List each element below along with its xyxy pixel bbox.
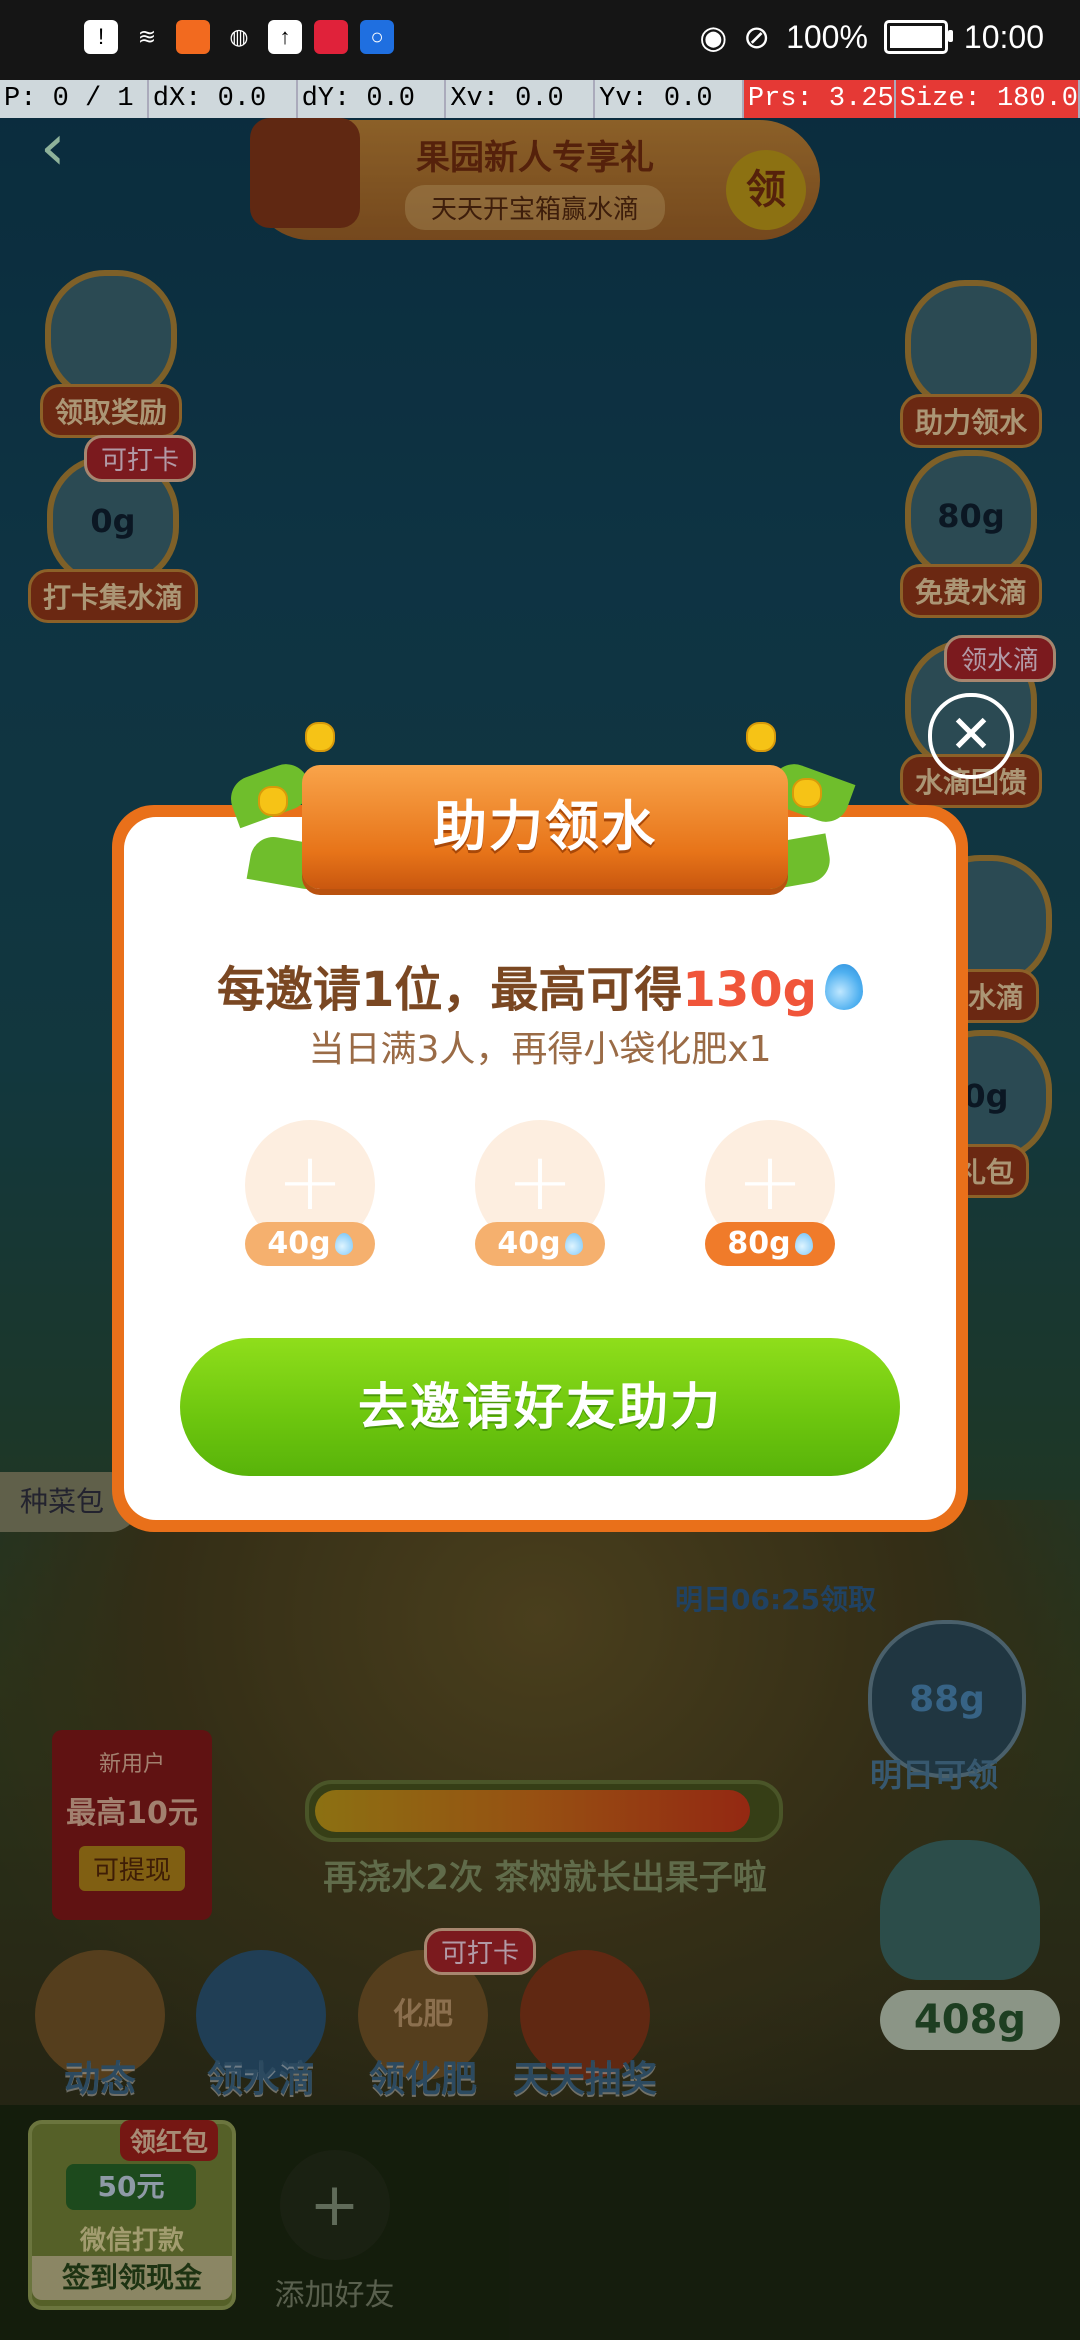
close-icon[interactable]: ✕: [928, 693, 1014, 779]
water-drop-icon: [334, 1233, 353, 1255]
invite-friends-button[interactable]: 去邀请好友助力: [180, 1338, 900, 1476]
mute-bell-icon: ⊘: [743, 19, 771, 55]
berry-decoration: [258, 786, 288, 816]
water-drop-icon: [824, 964, 863, 1010]
battery-percent: 100%: [786, 18, 868, 55]
bulb-icon: ○: [360, 20, 394, 54]
debug-pressure: Prs: 3.25: [743, 80, 896, 118]
water-drop-icon: [564, 1233, 583, 1255]
wechat-icon: ◍: [229, 24, 249, 49]
app-grid-icon: [176, 20, 210, 54]
debug-yv: Yv: 0.0: [595, 80, 744, 118]
pointer-debug-overlay: P: 0 / 1 dX: 0.0 dY: 0.0 Xv: 0.0 Yv: 0.0…: [0, 80, 1080, 118]
upload-icon: ↑: [268, 20, 302, 54]
slot-reward-amount: 80g: [727, 1226, 791, 1261]
invite-reward-headline: 每邀请1位，最高可得130g: [112, 950, 968, 1020]
berry-decoration: [746, 722, 776, 752]
invite-slot-3[interactable]: + 80g: [705, 1120, 835, 1270]
debug-xv: Xv: 0.0: [446, 80, 596, 118]
battery-icon: [883, 20, 953, 54]
clock: 10:00: [963, 18, 1044, 55]
status-bar: ! ≋ ◍ ↑ ○ ◉ ⊘ 100% 10:00: [0, 0, 1080, 80]
bonus-subline: 当日满3人，再得小袋化肥x1: [308, 1029, 772, 1070]
alert-icon: !: [84, 20, 118, 54]
berry-decoration: [305, 722, 335, 752]
headline-prefix: 每邀请1位，最高可得: [217, 962, 683, 1018]
invite-slot-2[interactable]: + 40g: [475, 1120, 605, 1270]
slot-reward-badge: 80g: [705, 1222, 835, 1266]
invite-slot-1[interactable]: + 40g: [245, 1120, 375, 1270]
slot-reward-badge: 40g: [245, 1222, 375, 1266]
slot-reward-amount: 40g: [497, 1226, 561, 1261]
heart-app-icon: [314, 20, 348, 54]
headline-amount: 130g: [682, 962, 817, 1018]
debug-dy: dY: 0.0: [298, 80, 447, 118]
dialog-title: 助力领水: [302, 765, 788, 889]
debug-pointer: P: 0 / 1: [0, 80, 149, 118]
water-drop-icon: [794, 1233, 813, 1255]
wifi-icon: ≋: [137, 24, 157, 49]
debug-size: Size: 180.0: [895, 80, 1080, 118]
slot-reward-amount: 40g: [267, 1226, 331, 1261]
berry-decoration: [792, 778, 822, 808]
eye-icon: ◉: [699, 19, 728, 55]
debug-dx: dX: 0.0: [149, 80, 298, 118]
slot-reward-badge: 40g: [475, 1222, 605, 1266]
